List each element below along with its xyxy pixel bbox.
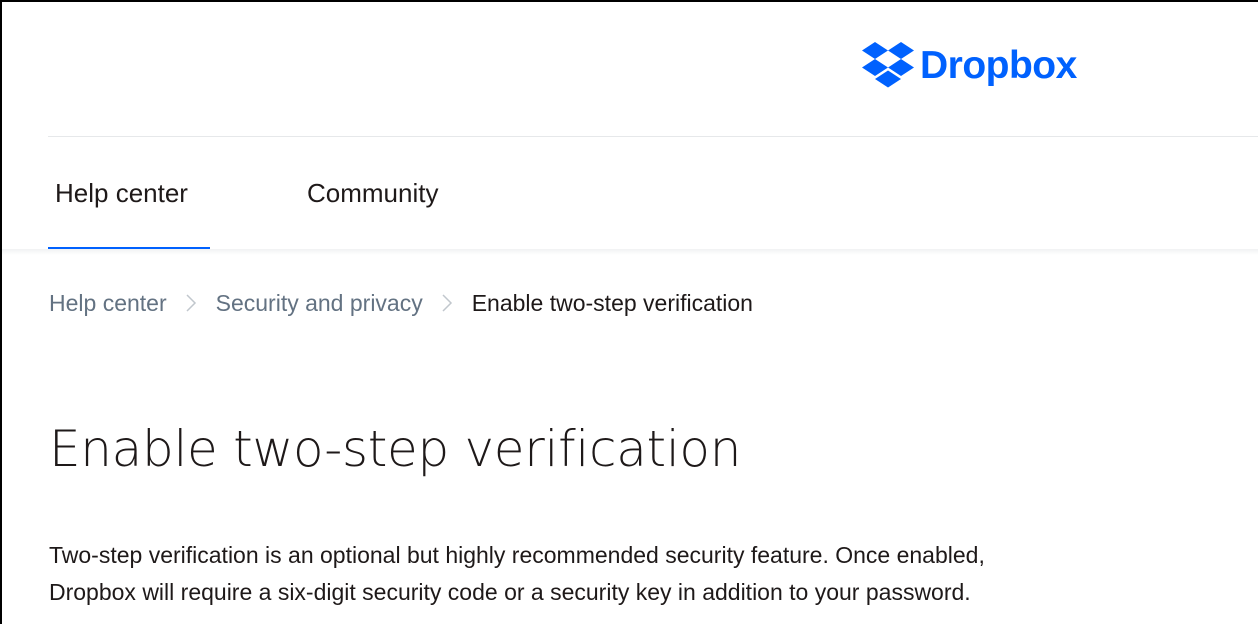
intro-line-2: Dropbox will require a six-digit securit… xyxy=(49,579,971,605)
main-nav: Help center Community xyxy=(48,137,1258,249)
chevron-right-icon xyxy=(186,294,196,312)
chevron-right-icon xyxy=(442,294,452,312)
site-header: Dropbox xyxy=(2,2,1258,136)
tab-community[interactable]: Community xyxy=(307,137,438,249)
browser-viewport: Dropbox Help center Community Help cente… xyxy=(0,0,1258,624)
breadcrumb-current-page: Enable two-step verification xyxy=(471,289,753,316)
breadcrumb: Help center Security and privacy Enable … xyxy=(49,285,753,321)
breadcrumb-help-center[interactable]: Help center xyxy=(49,290,167,317)
intro-line-1: Two-step verification is an optional but… xyxy=(49,542,985,568)
breadcrumb-security-and-privacy[interactable]: Security and privacy xyxy=(216,290,423,317)
dropbox-logo-icon xyxy=(862,42,914,88)
tab-help-center[interactable]: Help center xyxy=(48,137,210,249)
nav-shadow xyxy=(2,249,1258,255)
article-intro: Two-step verification is an optional but… xyxy=(49,537,1254,611)
page-title: Enable two-step verification xyxy=(49,420,742,478)
logo-wordmark: Dropbox xyxy=(920,44,1077,87)
dropbox-logo-link[interactable]: Dropbox xyxy=(860,38,1077,94)
